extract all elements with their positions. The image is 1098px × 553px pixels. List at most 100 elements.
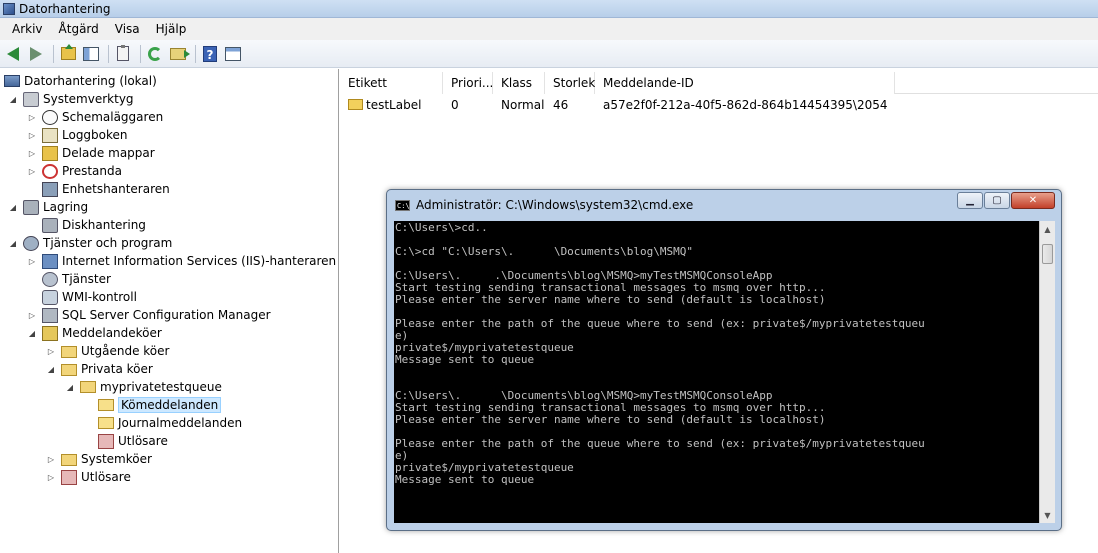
close-button[interactable]: ✕ xyxy=(1011,192,1055,209)
collapse-arrow-icon[interactable]: ◢ xyxy=(27,328,37,338)
console-line: Please enter the path of the queue where… xyxy=(395,317,925,330)
tree-item-label: Kömeddelanden xyxy=(118,397,222,413)
list-item[interactable]: testLabel 0 Normal 46 a57e2f0f-212a-40f5… xyxy=(340,96,895,114)
scroll-up-arrow-icon[interactable]: ▲ xyxy=(1040,221,1055,237)
tree-item-label: Lagring xyxy=(43,200,89,214)
tree-item-root[interactable]: Datorhantering (lokal) xyxy=(4,72,157,90)
collapse-arrow-icon[interactable]: ◢ xyxy=(65,382,75,392)
computer-management-window: Datorhantering Arkiv Åtgärd Visa Hjälp ?… xyxy=(0,0,1098,553)
show-hide-tree-button[interactable] xyxy=(81,44,101,64)
tools-icon xyxy=(23,91,39,107)
column-header-meddelande-id[interactable]: Meddelande-ID xyxy=(595,72,895,94)
tree-item-delade-mappar[interactable]: ▷ Delade mappar xyxy=(27,144,155,162)
expand-arrow-icon[interactable]: ▷ xyxy=(27,130,37,140)
tree-item-myprivatetestqueue[interactable]: ◢ myprivatetestqueue xyxy=(65,378,222,396)
tree-item-prestanda[interactable]: ▷ Prestanda xyxy=(27,162,122,180)
minimize-button[interactable]: ▁ xyxy=(957,192,983,209)
collapse-arrow-icon[interactable]: ◢ xyxy=(8,202,18,212)
cell-message-id: a57e2f0f-212a-40f5-862d-864b14454395\205… xyxy=(603,98,888,112)
cmd-window-title: Administratör: C:\Windows\system32\cmd.e… xyxy=(416,198,694,212)
expand-arrow-icon[interactable]: ▷ xyxy=(27,310,37,320)
title-bar[interactable]: Datorhantering xyxy=(0,0,1098,18)
help-button[interactable]: ? xyxy=(200,44,220,64)
tree-item-label: Datorhantering (lokal) xyxy=(24,74,157,88)
tree-item-journalmeddelanden[interactable]: Journalmeddelanden xyxy=(98,414,242,432)
tree-item-iis[interactable]: ▷ Internet Information Services (IIS)-ha… xyxy=(27,252,336,270)
toolbar-separator xyxy=(53,44,54,63)
console-output[interactable]: C:\Users\>cd.. C:\>cd "C:\Users\. \Docume… xyxy=(394,221,1039,523)
tree-item-enhetshanteraren[interactable]: Enhetshanteraren xyxy=(42,180,170,198)
wmi-icon xyxy=(42,289,58,305)
computer-icon xyxy=(4,75,20,87)
triggers-icon xyxy=(98,433,114,449)
menu-atgard[interactable]: Åtgärd xyxy=(51,22,107,36)
window-controls: ▁ ▢ ✕ xyxy=(956,192,1055,209)
tree-item-label: WMI-kontroll xyxy=(62,290,137,304)
expand-arrow-icon[interactable]: ▷ xyxy=(27,256,37,266)
show-pane-icon xyxy=(83,46,99,61)
tree-item-tjanster[interactable]: Tjänster xyxy=(42,270,111,288)
cell-label: testLabel xyxy=(340,98,443,112)
column-header-klass[interactable]: Klass xyxy=(493,72,545,94)
column-header-prioritet[interactable]: Priori... xyxy=(443,72,493,94)
tree-item-systemkoer[interactable]: ▷ Systemköer xyxy=(46,450,152,468)
tree-item-loggboken[interactable]: ▷ Loggboken xyxy=(27,126,128,144)
menu-visa[interactable]: Visa xyxy=(107,22,148,36)
console-line: Message sent to queue xyxy=(395,353,535,366)
export-list-icon xyxy=(170,47,190,60)
collapse-arrow-icon[interactable]: ◢ xyxy=(46,364,56,374)
vertical-scrollbar[interactable]: ▲ ▼ xyxy=(1039,221,1055,523)
properties-button[interactable] xyxy=(113,44,133,64)
tree-item-utgaende-koer[interactable]: ▷ Utgående köer xyxy=(46,342,169,360)
tree-item-label: Tjänster xyxy=(62,272,111,286)
disk-icon xyxy=(42,217,58,233)
export-list-button[interactable] xyxy=(168,44,190,64)
tree-item-utlosare[interactable]: ▷ Utlösare xyxy=(46,468,131,486)
tree-item-meddelandekoer[interactable]: ◢ Meddelandeköer xyxy=(27,324,162,342)
refresh-button[interactable] xyxy=(145,44,165,64)
console-line: Please enter the server name where to se… xyxy=(395,413,826,426)
tree-item-systemverktyg[interactable]: ◢ Systemverktyg xyxy=(8,90,134,108)
tree-item-privata-koer[interactable]: ◢ Privata köer xyxy=(46,360,153,378)
tree-item-schemalaggaren[interactable]: ▷ Schemaläggaren xyxy=(27,108,163,126)
tree-item-komeddelanden[interactable]: Kömeddelanden xyxy=(98,396,222,414)
folder-icon xyxy=(61,454,77,466)
expand-arrow-icon[interactable]: ▷ xyxy=(46,346,56,356)
services-apps-icon xyxy=(23,235,39,251)
expand-arrow-icon[interactable]: ▷ xyxy=(27,112,37,122)
tree-item-lagring[interactable]: ◢ Lagring xyxy=(8,198,88,216)
event-log-icon xyxy=(42,127,58,143)
maximize-button[interactable]: ▢ xyxy=(984,192,1010,209)
column-header-storlek[interactable]: Storlek xyxy=(545,72,595,94)
tree-item-sql-config[interactable]: ▷ SQL Server Configuration Manager xyxy=(27,306,271,324)
menu-bar: Arkiv Åtgärd Visa Hjälp xyxy=(0,18,1098,40)
console-line: C:\Users\. Documents\blog\MSMQ> xyxy=(395,522,1039,524)
device-manager-icon xyxy=(42,181,58,197)
tree-item-wmi[interactable]: WMI-kontroll xyxy=(42,288,137,306)
forward-button[interactable] xyxy=(26,44,46,64)
scroll-thumb[interactable] xyxy=(1042,244,1053,264)
scroll-down-arrow-icon[interactable]: ▼ xyxy=(1040,507,1055,523)
tree-item-label: Utlösare xyxy=(81,470,131,484)
collapse-arrow-icon[interactable]: ◢ xyxy=(8,94,18,104)
expand-arrow-icon[interactable]: ▷ xyxy=(46,454,56,464)
tree-item-diskhantering[interactable]: Diskhantering xyxy=(42,216,146,234)
tree-item-tjanster-och-program[interactable]: ◢ Tjänster och program xyxy=(8,234,172,252)
up-one-level-button[interactable] xyxy=(58,44,78,64)
collapse-arrow-icon[interactable]: ◢ xyxy=(8,238,18,248)
tree-item-label: Loggboken xyxy=(62,128,128,142)
show-action-pane-button[interactable] xyxy=(223,44,243,64)
back-button[interactable] xyxy=(3,44,23,64)
menu-arkiv[interactable]: Arkiv xyxy=(4,22,51,36)
menu-hjalp[interactable]: Hjälp xyxy=(148,22,195,36)
expand-arrow-icon[interactable]: ▷ xyxy=(27,166,37,176)
triggers-icon xyxy=(61,469,77,485)
gear-icon xyxy=(42,271,58,287)
tree-item-queue-utlosare[interactable]: Utlösare xyxy=(98,432,168,450)
cmd-title-bar[interactable]: C:\ Administratör: C:\Windows\system32\c… xyxy=(387,190,1061,220)
expand-arrow-icon[interactable]: ▷ xyxy=(27,148,37,158)
expand-arrow-icon[interactable]: ▷ xyxy=(46,472,56,482)
console-line: Please enter the path of the queue where… xyxy=(395,437,925,450)
column-header-etikett[interactable]: Etikett xyxy=(340,72,443,94)
tree-item-label: Utlösare xyxy=(118,434,168,448)
